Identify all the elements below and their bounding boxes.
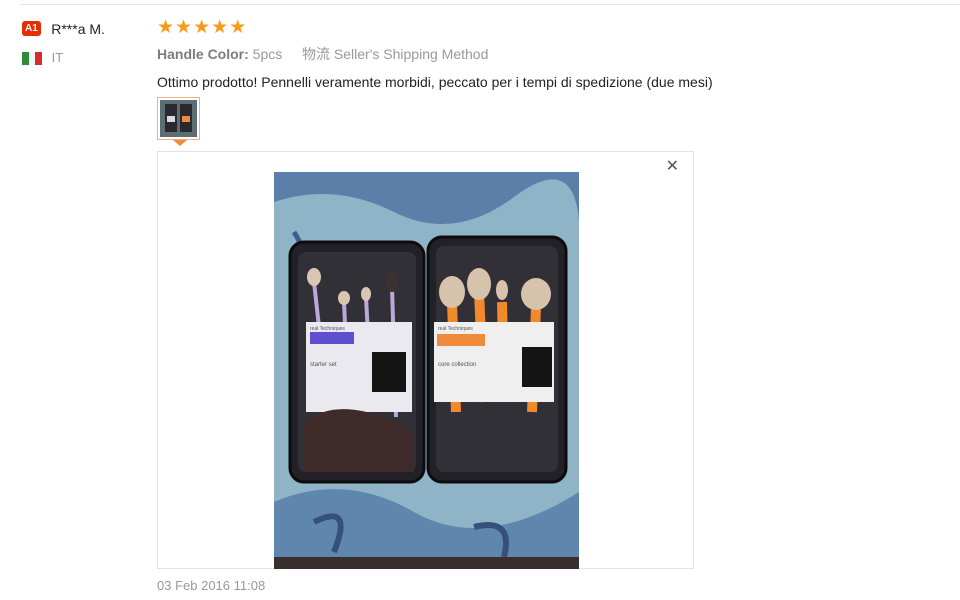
shipping-method: Seller's Shipping Method bbox=[333, 46, 489, 62]
reviewer-name: R***a M. bbox=[51, 20, 105, 37]
review-text: Ottimo prodotto! Pennelli veramente morb… bbox=[157, 74, 713, 90]
review-date: 03 Feb 2016 11:08 bbox=[157, 578, 266, 593]
close-icon[interactable]: ✕ bbox=[666, 156, 679, 176]
image-viewer: ✕ real Techniques starter set real Techn… bbox=[157, 151, 694, 569]
thumbnail-image bbox=[160, 100, 197, 137]
left-box-brand: real Techniques bbox=[310, 326, 345, 332]
review-content: ★ ★ ★ ★ ★ Handle Color: 5pcs 物流 Seller's… bbox=[157, 18, 937, 91]
shipping-prefix: 物流 bbox=[302, 46, 331, 62]
reviewer-country: IT bbox=[22, 50, 142, 66]
star-icon: ★ bbox=[175, 17, 193, 38]
star-icon: ★ bbox=[157, 17, 175, 38]
right-box-text: core collection bbox=[438, 362, 476, 368]
review-image-thumbnail[interactable] bbox=[157, 97, 200, 140]
italy-flag-icon bbox=[22, 52, 42, 66]
review-meta: Handle Color: 5pcs 物流 Seller's Shipping … bbox=[157, 44, 937, 64]
reviewer-info: A1 R***a M. IT bbox=[22, 20, 142, 66]
buyer-level-badge: A1 bbox=[22, 21, 41, 37]
country-code: IT bbox=[51, 50, 64, 65]
handle-color-value: 5pcs bbox=[252, 46, 283, 62]
star-icon: ★ bbox=[211, 17, 229, 38]
star-rating: ★ ★ ★ ★ ★ bbox=[157, 18, 937, 38]
thumbnail-selected-caret bbox=[173, 140, 187, 146]
review-photo: real Techniques starter set real Techniq… bbox=[274, 172, 579, 569]
right-box-brand: real Techniques bbox=[438, 326, 473, 332]
star-icon: ★ bbox=[193, 17, 211, 38]
left-box-text: starter set bbox=[310, 362, 337, 368]
top-divider bbox=[20, 4, 960, 5]
handle-color-label: Handle Color: bbox=[157, 46, 249, 62]
star-icon: ★ bbox=[229, 17, 247, 38]
